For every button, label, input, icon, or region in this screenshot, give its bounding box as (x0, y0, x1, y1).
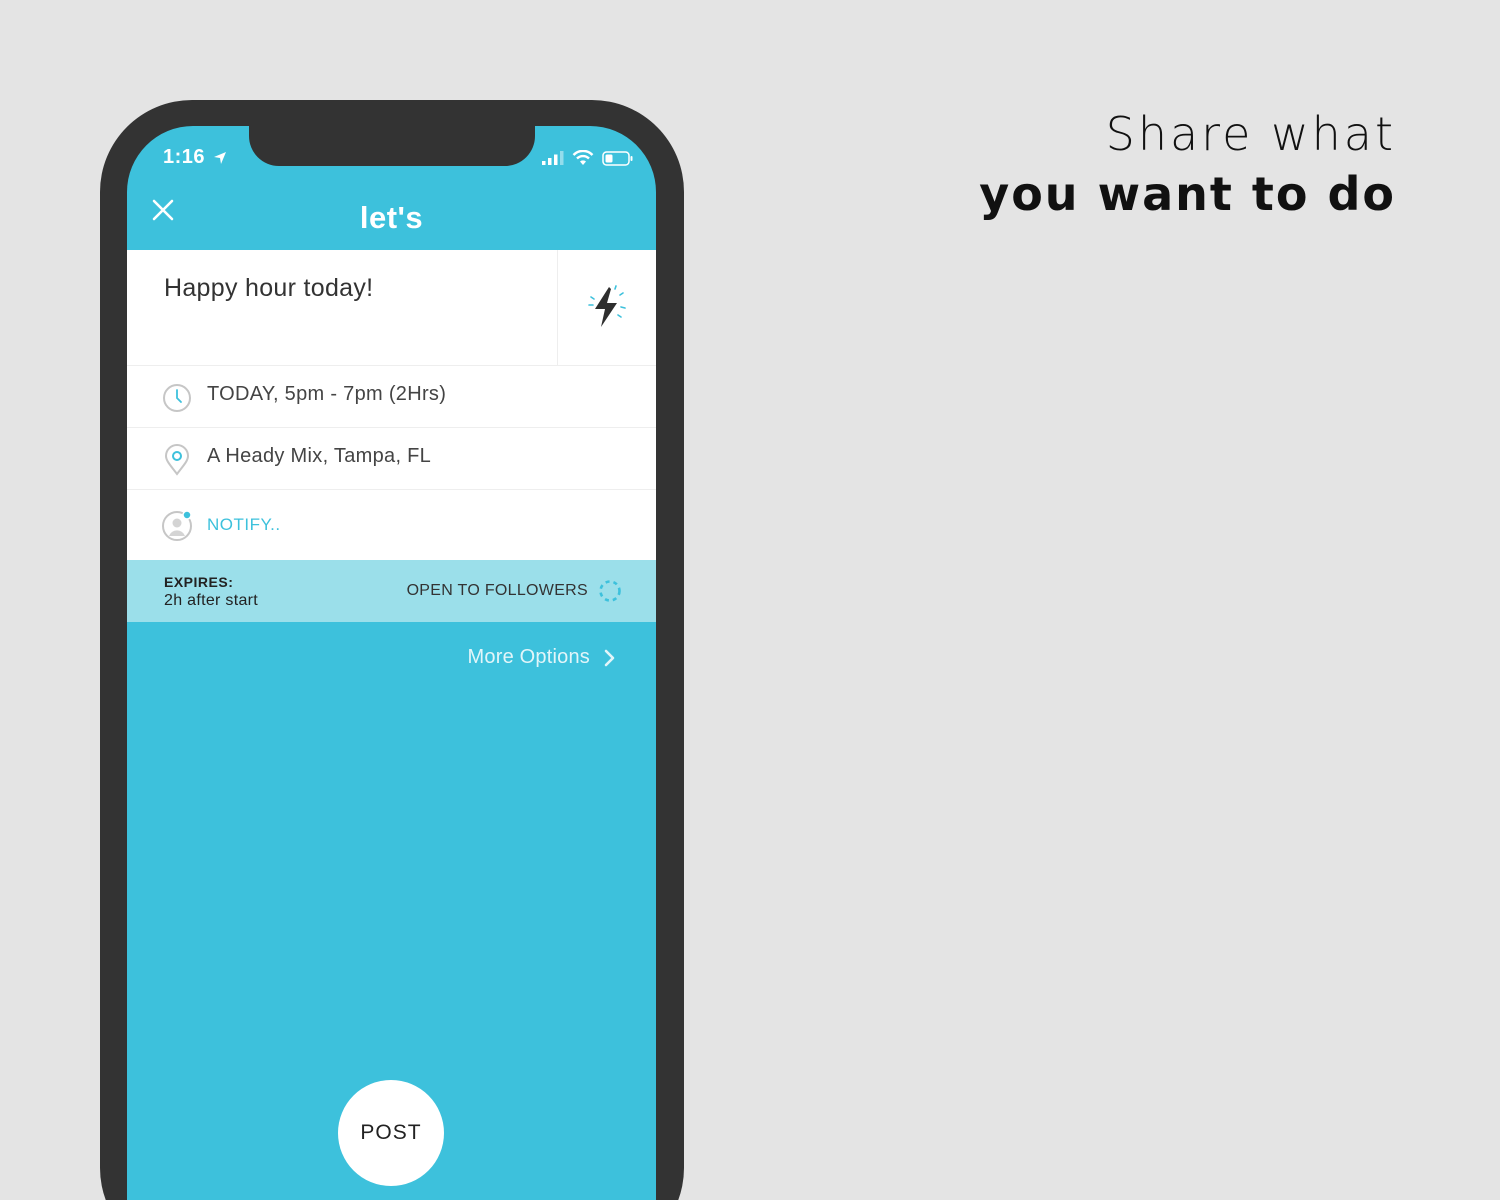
app-logo: let's (359, 200, 424, 235)
tagline-line-1: Share what (1105, 107, 1396, 161)
audience-label: OPEN TO FOLLOWERS (406, 582, 588, 599)
expiry-band: EXPIRES: 2h after start OPEN TO FOLLOWER… (127, 560, 656, 622)
time-text: TODAY, 5pm - 7pm (2Hrs) (207, 383, 447, 405)
signal-icon (542, 151, 564, 165)
notify-text: NOTIFY.. (207, 515, 281, 534)
event-title-input[interactable]: Happy hour today! (164, 274, 373, 303)
expires-value[interactable]: 2h after start (164, 592, 258, 610)
more-options-link[interactable]: More Options (468, 646, 616, 669)
app-screen: 1:16 let's Happy hour today! TODAY, 5pm … (127, 126, 656, 1200)
time-row[interactable]: TODAY, 5pm - 7pm (2Hrs) (127, 366, 656, 428)
battery-icon (602, 150, 633, 166)
wifi-icon (572, 150, 594, 165)
location-pin-icon (164, 444, 190, 476)
event-form-card: Happy hour today! TODAY, 5pm - 7pm (2Hrs… (127, 250, 656, 560)
promo-canvas: Share what you want to do 1:16 let's Hap… (0, 0, 1500, 1200)
notify-row[interactable]: NOTIFY.. (127, 490, 656, 560)
promo-tagline: Share what you want to do (979, 104, 1396, 224)
location-arrow-icon (214, 151, 227, 164)
notify-user-icon (162, 510, 192, 541)
lightning-bolt-icon (588, 284, 626, 327)
phone-notch (249, 126, 535, 166)
more-options-label: More Options (467, 646, 590, 668)
title-row: Happy hour today! (127, 250, 656, 366)
dashed-circle-icon (599, 580, 621, 602)
boost-button[interactable] (557, 250, 656, 365)
status-time: 1:16 (163, 146, 227, 169)
clock-icon (163, 384, 191, 412)
post-button[interactable]: POST (338, 1080, 444, 1186)
audience-selector[interactable]: OPEN TO FOLLOWERS (407, 579, 622, 603)
status-icons (542, 150, 634, 166)
location-text: A Heady Mix, Tampa, FL (207, 445, 432, 467)
tagline-line-2: you want to do (979, 167, 1396, 221)
location-row[interactable]: A Heady Mix, Tampa, FL (127, 428, 656, 490)
chevron-right-icon (604, 649, 615, 666)
expires-label: EXPIRES: (164, 574, 234, 590)
